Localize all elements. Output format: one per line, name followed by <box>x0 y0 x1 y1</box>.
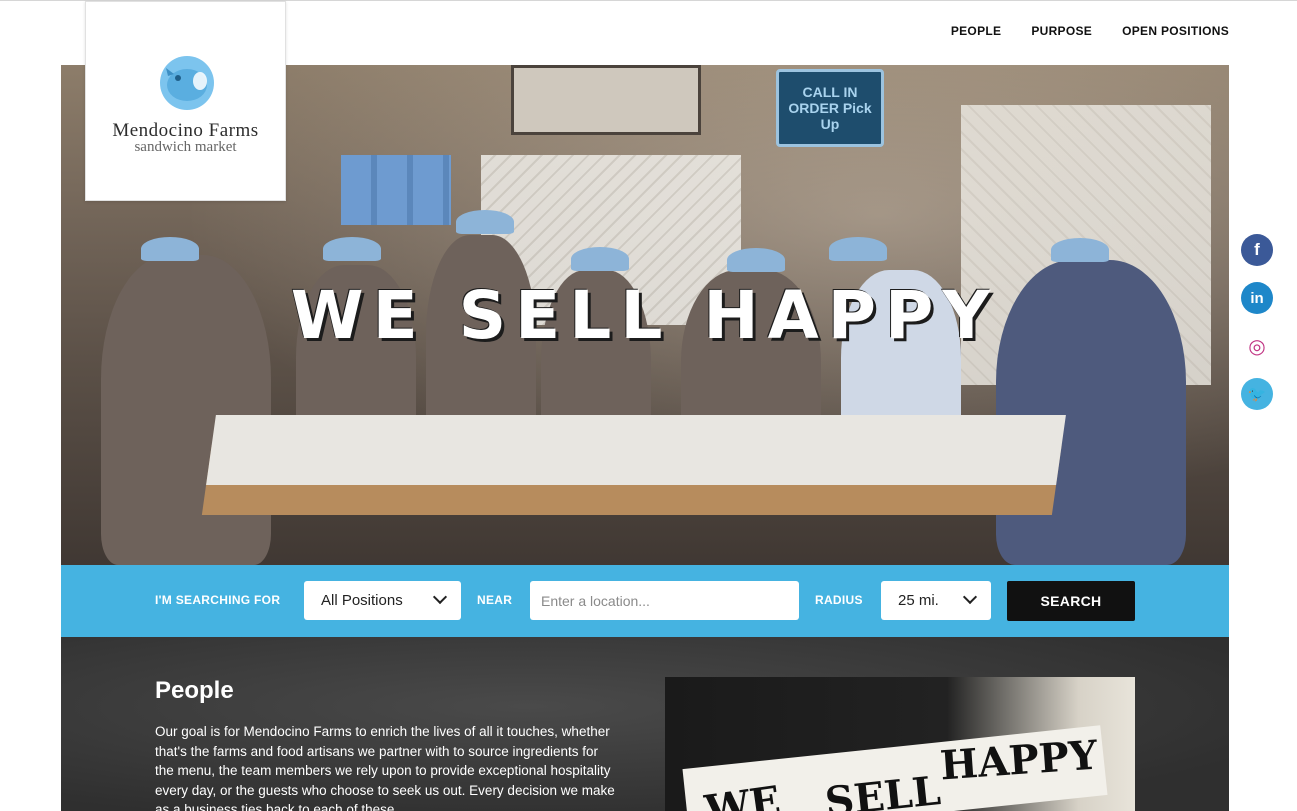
hero-call-in-sign: CALL IN ORDER Pick Up <box>776 69 884 147</box>
job-search-bar: I'M SEARCHING FOR All Positions NEAR Ent… <box>61 565 1229 637</box>
hero-cap <box>571 247 629 271</box>
twitter-icon[interactable]: 🐦 <box>1241 378 1273 410</box>
hero-cap <box>829 237 887 261</box>
nav-people[interactable]: PEOPLE <box>951 24 1001 38</box>
linkedin-icon[interactable]: in <box>1241 282 1273 314</box>
nav-purpose[interactable]: PURPOSE <box>1031 24 1092 38</box>
hero-headline: WE SELL HAPPY <box>290 277 1000 354</box>
people-photo: WE SELL HAPPY <box>665 677 1135 811</box>
nav-open-positions[interactable]: OPEN POSITIONS <box>1122 24 1229 38</box>
chevron-down-icon <box>432 589 448 605</box>
radius-label: RADIUS <box>815 593 863 607</box>
brand-tagline: sandwich market <box>134 139 237 155</box>
hero-cap <box>323 237 381 261</box>
position-select-value: All Positions <box>321 592 403 609</box>
brand-logo[interactable]: Mendocino Farms sandwich market <box>85 1 286 201</box>
chevron-down-icon <box>962 589 978 605</box>
hero-cap <box>141 237 199 261</box>
near-label: NEAR <box>477 593 513 607</box>
hero-cap <box>1051 238 1109 262</box>
hero-blue-bins <box>341 155 451 225</box>
radius-select[interactable]: 25 mi. <box>881 581 991 620</box>
hero-table <box>206 415 1066 485</box>
hero-cap <box>727 248 785 272</box>
people-heading: People <box>155 677 234 704</box>
people-body: Our goal is for Mendocino Farms to enric… <box>155 724 615 811</box>
search-button[interactable]: SEARCH <box>1007 581 1135 621</box>
instagram-icon[interactable]: ◎ <box>1241 330 1273 362</box>
pig-logo-icon <box>160 56 214 110</box>
position-select[interactable]: All Positions <box>304 581 461 620</box>
searching-for-label: I'M SEARCHING FOR <box>155 593 281 607</box>
main-nav: PEOPLE PURPOSE OPEN POSITIONS <box>951 24 1229 38</box>
location-input[interactable]: Enter a location... <box>530 581 799 620</box>
facebook-icon[interactable]: f <box>1241 234 1273 266</box>
radius-select-value: 25 mi. <box>898 592 939 609</box>
people-section: People Our goal is for Mendocino Farms t… <box>61 637 1229 811</box>
social-links: f in ◎ 🐦 <box>1241 234 1273 426</box>
hero-hood <box>511 65 701 135</box>
hero-cap <box>456 210 514 234</box>
